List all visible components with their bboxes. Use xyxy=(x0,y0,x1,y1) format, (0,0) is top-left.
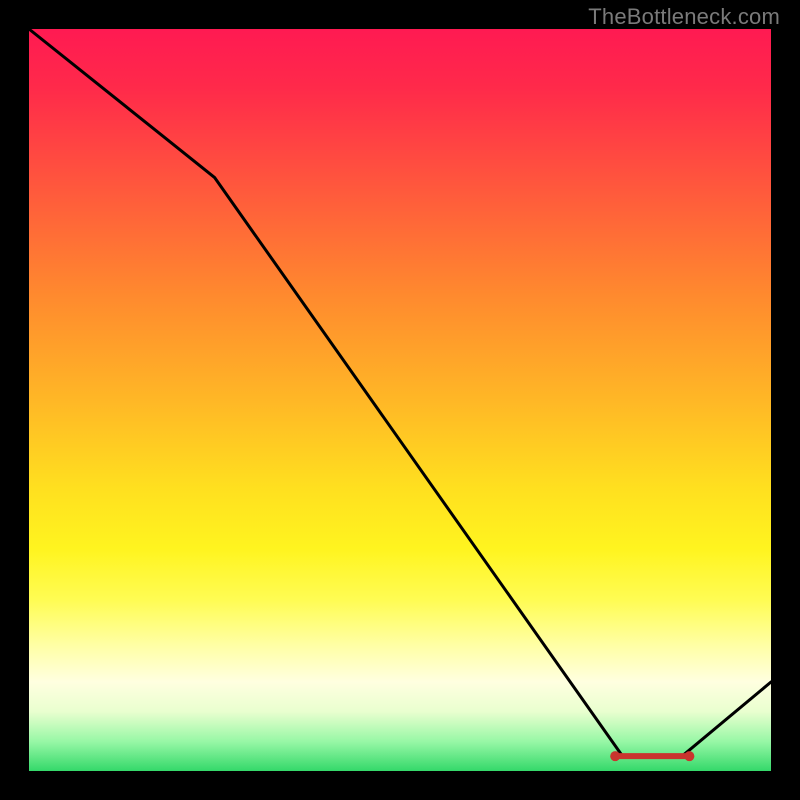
chart-stage: TheBottleneck.com xyxy=(0,0,800,800)
chart-plot-area xyxy=(29,29,771,771)
watermark-text: TheBottleneck.com xyxy=(588,4,780,30)
